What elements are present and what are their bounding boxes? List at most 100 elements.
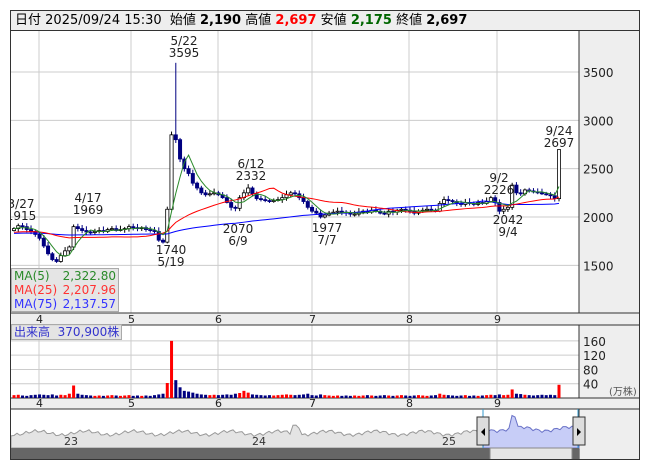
volume-bar: [438, 393, 442, 398]
candle: [169, 134, 174, 210]
volume-bar: [89, 395, 93, 398]
candle: [450, 200, 455, 202]
volume-bar: [59, 394, 63, 398]
volume-bar: [531, 395, 535, 398]
candle: [258, 198, 263, 201]
volume-bar: [340, 395, 344, 398]
volume-bar: [216, 395, 220, 398]
candle: [195, 182, 200, 189]
volume-bar: [63, 395, 67, 398]
candle: [505, 206, 510, 210]
volume-bar: [302, 394, 306, 398]
volume-bar: [523, 394, 527, 398]
candle: [548, 194, 553, 197]
candle: [80, 228, 85, 231]
navigator-history-area: [11, 424, 484, 449]
volume-bar: [101, 395, 105, 398]
volume-bar: [263, 395, 267, 398]
volume-bar: [97, 395, 101, 398]
volume-bar: [378, 395, 382, 398]
annotation-label: 1915: [11, 209, 36, 223]
volume-bar: [416, 395, 420, 398]
volume-bar: [331, 395, 335, 398]
volume-bar: [76, 393, 80, 398]
annotation-label: 5/19: [158, 255, 185, 269]
volume-bar: [365, 395, 369, 398]
volume-bar: [170, 340, 174, 398]
volume-bar: [446, 395, 450, 398]
volume-bar: [553, 395, 557, 398]
volume-bar: [242, 390, 246, 398]
volume-tick-label: 40: [583, 378, 598, 392]
volume-bar: [233, 393, 237, 398]
volume-bar: [259, 395, 263, 398]
volume-bar: [327, 395, 331, 398]
candle: [501, 208, 506, 212]
month-tick-label: 8: [406, 397, 413, 410]
volume-bar: [557, 384, 561, 398]
price-tick-label: 2000: [583, 211, 614, 225]
candle: [267, 200, 272, 202]
candle: [229, 202, 234, 208]
candle: [339, 210, 344, 213]
candle: [293, 192, 298, 195]
volume-bar: [187, 391, 191, 398]
volume-bar: [93, 395, 97, 398]
candle: [88, 231, 93, 234]
volume-bar: [323, 395, 327, 398]
candle: [41, 237, 46, 247]
candle: [54, 259, 59, 262]
volume-bar: [497, 394, 501, 398]
candle: [314, 210, 319, 214]
volume-bar: [306, 393, 310, 398]
volume-bar: [161, 393, 165, 398]
volume-bar: [255, 394, 259, 398]
candle: [250, 187, 255, 195]
volume-bar: [502, 395, 506, 398]
volume-bar: [314, 395, 318, 398]
month-tick-label: 5: [128, 397, 135, 410]
volume-bar: [272, 395, 276, 398]
volume-bar: [238, 393, 242, 398]
navigator-year-label: 24: [252, 435, 266, 448]
volume-bar: [451, 395, 455, 398]
volume-bar: [421, 395, 425, 398]
price-tick-label: 3000: [583, 114, 614, 128]
navigator-scrollbar-thumb[interactable]: [489, 447, 573, 459]
volume-bar: [135, 395, 139, 398]
annotation-label: 6/9: [228, 234, 247, 248]
volume-bar: [38, 394, 42, 398]
candle: [335, 210, 340, 213]
volume-legend: 出来高 370,900株: [11, 324, 123, 340]
candle: [518, 192, 523, 195]
volume-bar: [33, 394, 37, 398]
volume-bar: [289, 394, 293, 398]
volume-bar: [548, 394, 552, 398]
candle: [514, 184, 519, 194]
volume-unit-label: (万株): [609, 385, 637, 398]
volume-bar: [29, 395, 33, 398]
volume-bar: [293, 395, 297, 398]
candle: [442, 199, 447, 204]
volume-bar: [425, 395, 429, 398]
volume-bar: [489, 394, 493, 398]
volume-bar: [106, 395, 110, 398]
volume-bar: [229, 394, 233, 398]
volume-bar: [399, 395, 403, 398]
volume-bar: [148, 395, 152, 398]
volume-bar: [472, 395, 476, 398]
volume-bar: [67, 393, 71, 398]
candle: [75, 226, 80, 230]
volume-bar: [280, 394, 284, 398]
volume-bar: [468, 395, 472, 398]
candlestick-chart[interactable]: 1500200025003000350044556677889940801201…: [11, 11, 639, 459]
navigator-side-bg: [579, 409, 639, 459]
volume-bar: [84, 395, 88, 398]
candle: [190, 173, 195, 184]
candle: [539, 192, 544, 195]
candle: [263, 199, 268, 201]
volume-bar: [519, 394, 523, 398]
volume-bar: [344, 395, 348, 398]
volume-bar: [153, 395, 157, 398]
volume-bar: [310, 395, 314, 398]
